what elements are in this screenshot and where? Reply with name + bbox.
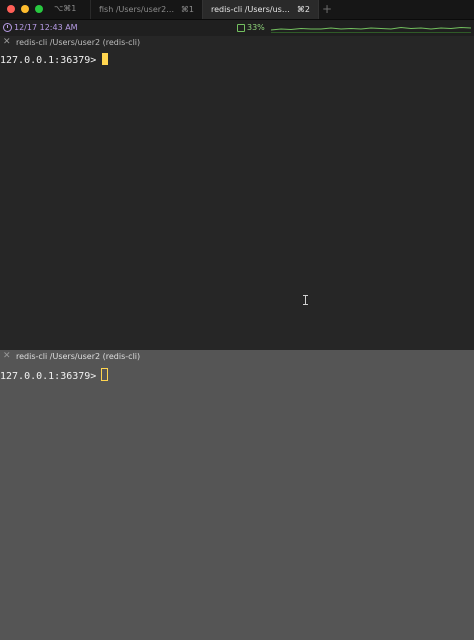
prompt-text: 127.0.0.1:36379> [0, 55, 97, 66]
status-bar: 12/17 12:43 AM 33% [0, 20, 474, 36]
minimize-window-button[interactable] [21, 5, 29, 13]
close-window-button[interactable] [7, 5, 15, 13]
tab-shortcut: ⌘2 [296, 5, 310, 14]
datetime-label: 12/17 12:43 AM [14, 23, 78, 32]
pane-header: ✕ redis-cli /Users/user2 (redis-cli) [0, 350, 474, 364]
cpu-sparkline [271, 26, 471, 33]
tab-title: redis-cli /Users/user2/... [211, 5, 291, 14]
pane-title: redis-cli /Users/user2 (redis-cli) [16, 352, 141, 361]
tab-redis-cli[interactable]: redis-cli /Users/user2/... ⌘2 [202, 0, 319, 19]
prompt-line: 127.0.0.1:36379> [0, 53, 109, 66]
new-tab-button[interactable]: + [322, 2, 332, 16]
tab-bar: ⌥⌘1 fish /Users/user2/cod... ⌘1 redis-cl… [0, 0, 474, 20]
tab-title: fish /Users/user2/cod... [99, 5, 175, 14]
pane-header: ✕ redis-cli /Users/user2 (redis-cli) [0, 36, 474, 50]
close-icon[interactable]: ✕ [3, 37, 11, 47]
window-shortcut: ⌥⌘1 [54, 4, 77, 13]
terminal-pane-bottom[interactable]: ✕ redis-cli /Users/user2 (redis-cli) 127… [0, 350, 474, 640]
cpu-usage: 33% [247, 23, 265, 32]
cpu-icon [237, 24, 245, 32]
prompt-line: 127.0.0.1:36379> [0, 368, 109, 382]
zoom-window-button[interactable] [35, 5, 43, 13]
cursor [102, 53, 109, 65]
clock-icon [3, 23, 12, 32]
close-icon[interactable]: ✕ [3, 351, 11, 361]
prompt-text: 127.0.0.1:36379> [0, 371, 97, 382]
pane-title: redis-cli /Users/user2 (redis-cli) [16, 38, 141, 47]
tab-shortcut: ⌘1 [180, 5, 194, 14]
terminal-pane-top[interactable]: ✕ redis-cli /Users/user2 (redis-cli) 127… [0, 36, 474, 350]
cursor [101, 368, 109, 381]
tab-fish[interactable]: fish /Users/user2/cod... ⌘1 [90, 0, 202, 19]
text-cursor-ibeam [303, 295, 308, 305]
